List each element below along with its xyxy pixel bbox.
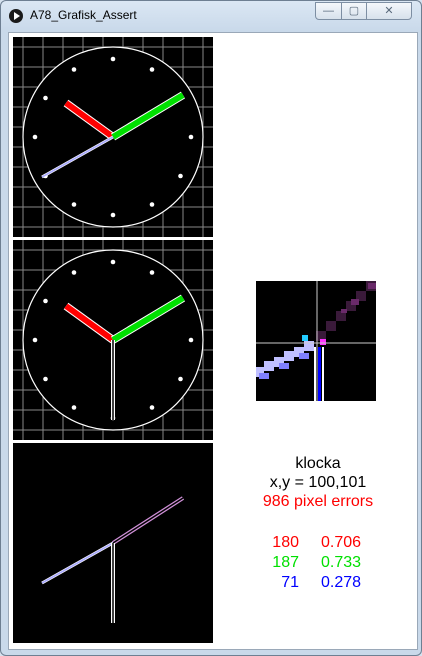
client-area: klocka x,y = 100,101 986 pixel errors 18…	[8, 32, 418, 650]
difference-drawing	[41, 496, 185, 623]
stat-row-red: 180 0.706	[231, 534, 391, 554]
zoom-magenta-pixel	[320, 339, 326, 345]
stat-row-green: 187 0.733	[231, 554, 391, 574]
expected-clock-panel	[13, 37, 213, 237]
actual-clock-panel	[13, 240, 213, 440]
window-title: A78_Grafisk_Assert	[30, 8, 137, 22]
zoom-cyan-pixel	[302, 335, 308, 341]
zoom-white-line-left	[314, 347, 316, 401]
actual-clock-drawing	[13, 240, 213, 440]
zoom-drawing	[256, 281, 376, 401]
stat-row-blue: 71 0.278	[231, 574, 391, 594]
zoom-blue-line	[318, 347, 321, 401]
play-icon	[9, 9, 23, 23]
coordinates-readout: x,y = 100,101	[269, 474, 367, 491]
close-button[interactable]: ✕	[366, 2, 412, 20]
minimize-button[interactable]: —	[315, 2, 342, 20]
assert-name: klocka	[295, 455, 341, 472]
expected-clock-drawing	[13, 37, 213, 237]
stat-ratio: 0.278	[321, 574, 362, 591]
zoom-view	[256, 281, 376, 401]
stat-count: 180	[272, 534, 299, 551]
zoom-white-line-right	[322, 347, 324, 401]
stat-count: 187	[272, 554, 299, 571]
pixel-error-count: 986 pixel errors	[262, 493, 374, 510]
title-bar: A78_Grafisk_Assert — ▢ ✕	[1, 1, 421, 31]
stat-ratio: 0.706	[321, 534, 362, 551]
stat-ratio: 0.733	[321, 554, 362, 571]
app-window: A78_Grafisk_Assert — ▢ ✕ klocka x,y = 10…	[0, 0, 422, 656]
stat-count: 71	[281, 574, 299, 591]
maximize-button[interactable]: ▢	[341, 2, 367, 20]
difference-panel	[13, 443, 213, 643]
diff-minute-gap	[112, 497, 184, 544]
diff-second-trace	[41, 542, 114, 584]
